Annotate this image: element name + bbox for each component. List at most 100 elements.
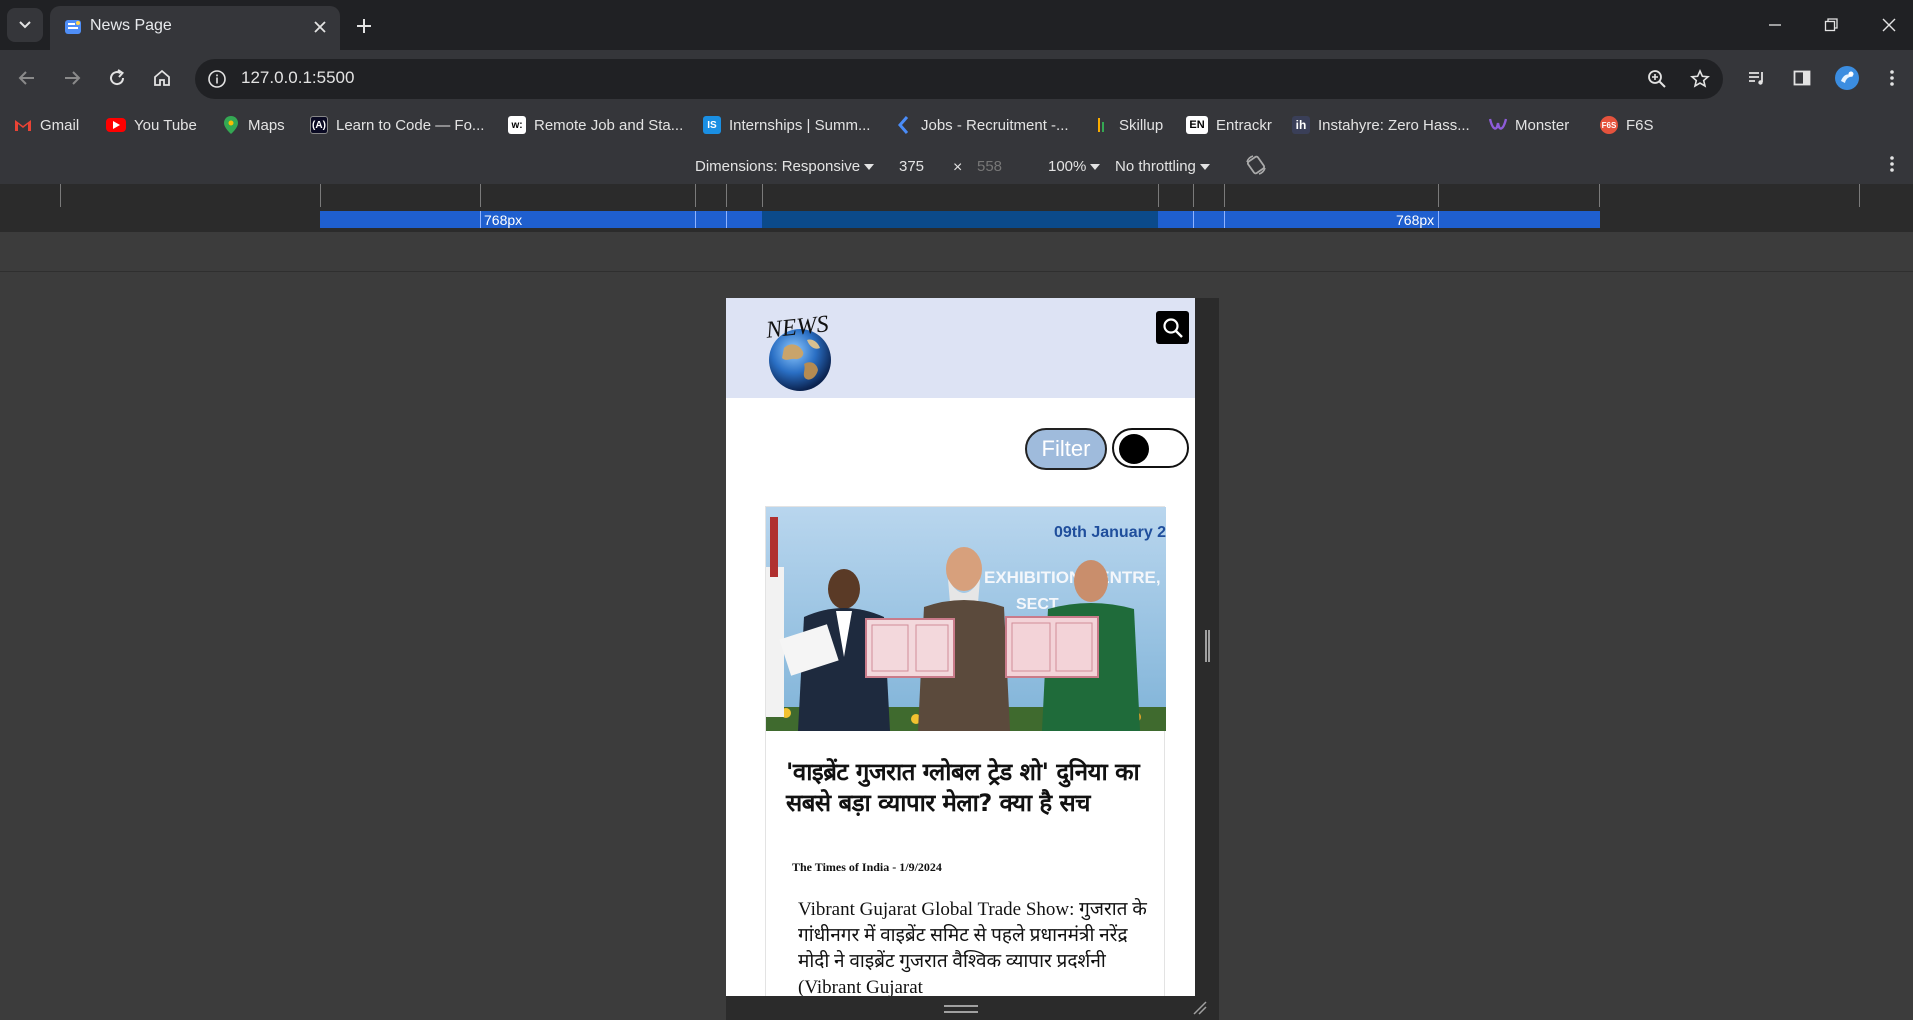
bookmark-jobs-recruitment[interactable]: Jobs - Recruitment -... bbox=[895, 114, 1069, 136]
side-panel-icon[interactable] bbox=[1784, 60, 1820, 96]
bookmark-label: Internships | Summ... bbox=[729, 116, 871, 134]
maps-icon bbox=[222, 116, 240, 134]
device-toolbar: Dimensions: Responsive 375 × 558 100% No… bbox=[0, 143, 1913, 184]
site-info-icon[interactable] bbox=[202, 64, 232, 94]
device-menu-icon[interactable] bbox=[1882, 153, 1902, 175]
ruler-spacer bbox=[0, 232, 1913, 272]
close-icon bbox=[1882, 18, 1896, 32]
bookmark-freecodecamp[interactable]: (A) Learn to Code — Fo... bbox=[310, 114, 484, 136]
minimize-icon bbox=[1769, 24, 1781, 26]
menu-kebab-icon[interactable] bbox=[1874, 60, 1910, 96]
back-button[interactable] bbox=[9, 60, 45, 96]
new-tab-button[interactable] bbox=[350, 12, 378, 40]
throttling-dropdown[interactable]: No throttling bbox=[1115, 158, 1210, 175]
tab-close-icon[interactable] bbox=[308, 15, 332, 39]
height-input[interactable]: 558 bbox=[977, 158, 1002, 175]
internshala-icon: IS bbox=[703, 116, 721, 134]
rotate-icon[interactable] bbox=[1244, 153, 1268, 177]
window-close-button[interactable] bbox=[1874, 10, 1904, 40]
bottom-grip-icon[interactable] bbox=[944, 1005, 978, 1013]
tab-title: News Page bbox=[90, 17, 172, 34]
news-source: The Times of India - 1/9/2024 bbox=[792, 860, 942, 874]
bookmark-internships[interactable]: IS Internships | Summ... bbox=[703, 114, 870, 136]
dimension-times: × bbox=[953, 159, 963, 176]
tab-search-button[interactable] bbox=[7, 8, 43, 42]
reload-button[interactable] bbox=[99, 60, 135, 96]
news-title[interactable]: 'वाइब्रेंट गुजरात ग्लोबल ट्रेड शो' दुनिय… bbox=[786, 757, 1156, 819]
breakpoint-bar[interactable]: 768px 768px bbox=[0, 207, 1913, 232]
emulated-viewport: NEWS Filter 09th January 20 EXHIBITION C… bbox=[726, 298, 1195, 996]
banner-date-text: 09th January 20 bbox=[1054, 524, 1166, 541]
breakpoint-label-right: 768px bbox=[1396, 212, 1435, 228]
home-icon bbox=[154, 69, 170, 86]
address-bar[interactable]: 127.0.0.1:5500 bbox=[195, 59, 1723, 99]
bookmark-label: Jobs - Recruitment -... bbox=[921, 116, 1069, 134]
monster-icon bbox=[1489, 116, 1507, 134]
resize-grip-icon[interactable] bbox=[1205, 630, 1210, 662]
bookmark-skillup[interactable]: Skillup bbox=[1093, 114, 1163, 136]
bookmark-label: Skillup bbox=[1119, 116, 1164, 134]
bookmark-label: Remote Job and Sta... bbox=[534, 116, 684, 134]
bookmarks-bar: Gmail You Tube Maps (A) Learn to Code — … bbox=[0, 107, 1913, 143]
theme-toggle[interactable] bbox=[1112, 428, 1189, 468]
reload-icon bbox=[110, 69, 125, 86]
restore-button[interactable] bbox=[1816, 10, 1846, 40]
width-input[interactable]: 375 bbox=[899, 158, 924, 175]
skillup-icon bbox=[1093, 116, 1111, 134]
bookmark-label: Maps bbox=[248, 116, 285, 134]
gmail-icon bbox=[14, 116, 32, 134]
site-header: NEWS bbox=[726, 298, 1195, 398]
news-image[interactable]: 09th January 20 EXHIBITION CENTRE, NE SE… bbox=[766, 507, 1166, 731]
bookmark-remote-job[interactable]: w: Remote Job and Sta... bbox=[508, 114, 683, 136]
bookmark-label: Monster bbox=[1515, 116, 1570, 134]
bookmark-label: Gmail bbox=[40, 116, 80, 134]
bookmark-youtube[interactable]: You Tube bbox=[106, 114, 197, 136]
tab-strip: News Page bbox=[0, 0, 1913, 50]
toggle-knob bbox=[1119, 434, 1149, 464]
restore-icon bbox=[1824, 18, 1838, 32]
media-query-ruler-top bbox=[0, 184, 1913, 207]
bookmark-gmail[interactable]: Gmail bbox=[14, 114, 79, 136]
dimensions-dropdown[interactable]: Dimensions: Responsive bbox=[695, 158, 874, 175]
profile-avatar[interactable] bbox=[1829, 60, 1865, 96]
forward-button[interactable] bbox=[54, 60, 90, 96]
bookmark-star-icon[interactable] bbox=[1682, 61, 1718, 97]
news-favicon-icon bbox=[63, 17, 83, 37]
bookmark-label: You Tube bbox=[134, 116, 197, 134]
news-description: Vibrant Gujarat Global Trade Show: गुजरा… bbox=[798, 899, 1147, 996]
freecodecamp-icon: (A) bbox=[310, 116, 328, 134]
entrackr-icon: EN bbox=[1186, 116, 1208, 134]
wellfound-icon: w: bbox=[508, 116, 526, 134]
plus-icon bbox=[357, 19, 371, 33]
bookmark-entrackr[interactable]: EN Entrackr bbox=[1186, 114, 1272, 136]
youtube-icon bbox=[106, 118, 126, 132]
bookmark-label: Learn to Code — Fo... bbox=[336, 116, 485, 134]
search-icon bbox=[1162, 317, 1183, 338]
chevron-down-icon bbox=[19, 21, 31, 29]
bookmark-label: Entrackr bbox=[1216, 116, 1272, 134]
bookmark-f6s[interactable]: F6S F6S bbox=[1600, 114, 1654, 136]
bookmark-label: F6S bbox=[1626, 116, 1654, 134]
home-button[interactable] bbox=[144, 60, 180, 96]
resize-corner-icon[interactable] bbox=[1192, 1000, 1208, 1016]
breakpoint-active-range[interactable] bbox=[762, 211, 1158, 228]
f6s-icon: F6S bbox=[1600, 116, 1618, 134]
bookmark-instahyre[interactable]: ih Instahyre: Zero Hass... bbox=[1292, 114, 1470, 136]
minimize-button[interactable] bbox=[1760, 10, 1790, 40]
filter-button[interactable]: Filter bbox=[1025, 428, 1107, 470]
bookmark-label: Instahyre: Zero Hass... bbox=[1318, 116, 1470, 134]
news-card[interactable]: 09th January 20 EXHIBITION CENTRE, NE SE… bbox=[765, 506, 1166, 996]
media-controls-icon[interactable] bbox=[1739, 60, 1775, 96]
url-text[interactable]: 127.0.0.1:5500 bbox=[241, 68, 354, 88]
search-button[interactable] bbox=[1156, 311, 1189, 344]
browser-toolbar: 127.0.0.1:5500 bbox=[0, 50, 1913, 107]
bookmark-maps[interactable]: Maps bbox=[222, 114, 285, 136]
zoom-icon[interactable] bbox=[1639, 61, 1675, 97]
zoom-dropdown[interactable]: 100% bbox=[1048, 158, 1100, 175]
news-globe-logo[interactable]: NEWS bbox=[762, 308, 842, 392]
bookmark-monster[interactable]: Monster bbox=[1489, 114, 1569, 136]
arrow-right-icon bbox=[65, 71, 81, 85]
active-tab[interactable]: News Page bbox=[50, 6, 340, 50]
arrow-left-icon bbox=[18, 71, 34, 85]
recruitment-icon bbox=[895, 116, 913, 134]
